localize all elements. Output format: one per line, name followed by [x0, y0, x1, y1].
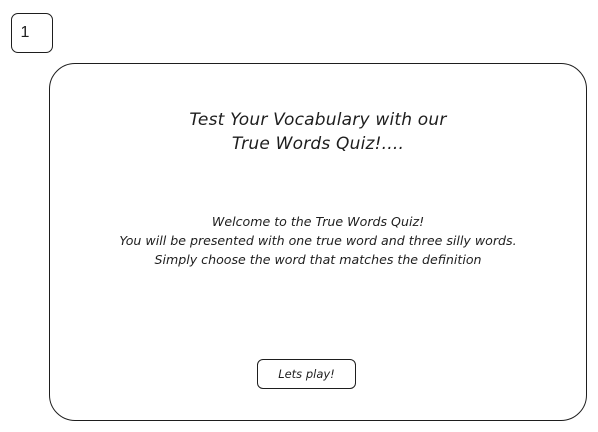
- page-title: Test Your Vocabulary with our True Words…: [49, 108, 587, 156]
- intro-line-1: Welcome to the True Words Quiz!: [211, 214, 425, 229]
- step-number-badge: 1: [11, 13, 53, 53]
- lets-play-button[interactable]: Lets play!: [257, 359, 356, 389]
- intro-text: Welcome to the True Words Quiz! You will…: [40, 212, 596, 269]
- intro-line-2: You will be presented with one true word…: [119, 233, 517, 248]
- quiz-start-screen: 1 Test Your Vocabulary with our True Wor…: [0, 0, 598, 432]
- title-line-2: True Words Quiz!....: [231, 134, 405, 154]
- intro-line-3: Simply choose the word that matches the …: [154, 252, 482, 267]
- title-line-1: Test Your Vocabulary with our: [189, 110, 447, 130]
